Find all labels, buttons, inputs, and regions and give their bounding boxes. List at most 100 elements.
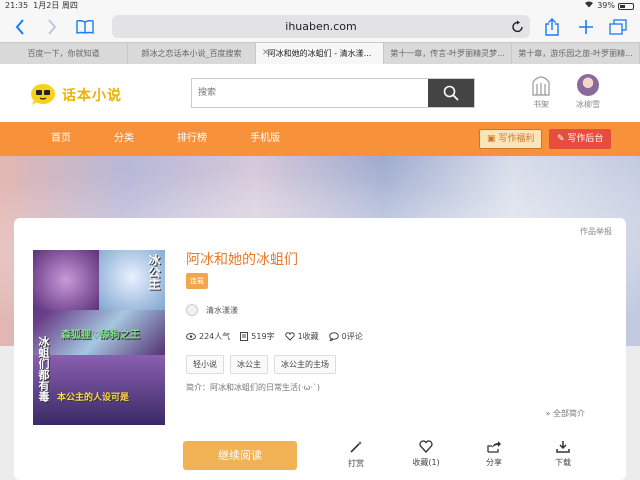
user-menu[interactable]: 冰柳雪 [568, 74, 608, 110]
tab-current-book[interactable]: ✕ 阿冰和她的冰蛆们 - 清水漾... [256, 43, 384, 64]
share-button[interactable]: 分享 [474, 440, 514, 468]
cover-bottom-text: 本公主的人设可是 [57, 393, 130, 403]
cover-middle-text: 森狐狸♡舔狗之王 [61, 330, 140, 341]
reward-button[interactable]: 打赏 [336, 440, 376, 469]
cover-title: 冰公主 [147, 254, 161, 290]
reward-label: 打赏 [348, 459, 364, 468]
tabs-overview-icon[interactable] [606, 15, 630, 39]
status-time: 21:35 [5, 1, 29, 10]
tab-baidu-search[interactable]: 颜冰之恋话本小说_百度搜索 [128, 43, 256, 64]
pen-icon: ✎ [557, 134, 565, 144]
tab-title: 颜冰之恋话本小说_百度搜索 [141, 49, 242, 58]
book-cover[interactable]: 冰公主 冰蛆们都有毒 森狐狸♡舔狗之王 本公主的人设可是 [33, 250, 165, 425]
cover-art-left [33, 250, 99, 310]
logo-text: 话本小说 [62, 88, 122, 104]
download-button[interactable]: 下载 [543, 440, 583, 468]
comment-icon [328, 332, 339, 341]
stat-words-value: 519字 [251, 332, 275, 341]
tag-item[interactable]: 冰公主的主场 [274, 355, 336, 374]
heart-icon [419, 440, 433, 453]
avatar [577, 74, 599, 96]
status-bar: 21:35 1月2日 周四 39% [0, 0, 640, 12]
site-logo[interactable]: 话本小说 [30, 82, 130, 108]
nav-categories[interactable]: 分类 [114, 122, 134, 156]
back-icon[interactable] [8, 15, 32, 39]
browser-tabs: 百度一下，你就知道 颜冰之恋话本小说_百度搜索 ✕ 阿冰和她的冰蛆们 - 清水漾… [0, 42, 640, 64]
status-time-date: 21:35 1月2日 周四 [5, 0, 78, 12]
search-button[interactable] [428, 79, 474, 107]
share-label: 分享 [486, 458, 502, 467]
address-bar[interactable]: ihuaben.com [112, 15, 530, 38]
continue-reading-button[interactable]: 继续阅读 [183, 441, 297, 470]
writing-welfare-label: 写作福利 [498, 134, 535, 144]
main-nav: 首页 分类 排行榜 手机版 ▣ 写作福利 ✎ 写作后台 [0, 122, 640, 156]
tab-title: 阿冰和她的冰蛆们 - 清水漾... [267, 49, 372, 58]
browser-toolbar: ihuaben.com [0, 12, 640, 42]
new-tab-icon[interactable] [574, 15, 598, 39]
bookmarks-icon[interactable] [73, 15, 97, 39]
tab-chapter-11[interactable]: 第十一章，传言-叶罗丽精灵梦... [384, 43, 512, 64]
download-icon [556, 441, 570, 453]
book-summary: 简介：阿冰和冰蛆们的日常生活(·ω·`) [186, 383, 321, 392]
bookshelf-label: 书架 [533, 100, 549, 109]
author-name: 清水漾漾 [206, 305, 238, 315]
stat-comments-value: 0评论 [341, 332, 363, 341]
tab-chapter-10[interactable]: 第十章，游乐园之旅-叶罗丽精... [512, 43, 640, 64]
reload-icon[interactable] [512, 19, 524, 42]
stat-popularity: 224人气 [186, 331, 230, 342]
tab-title: 第十一章，传言-叶罗丽精灵梦... [390, 49, 505, 58]
forward-icon[interactable] [40, 15, 64, 39]
tag-item[interactable]: 冰公主 [230, 355, 268, 374]
share-icon [487, 441, 501, 453]
chevron-down-icon: » [545, 409, 551, 418]
favorite-button[interactable]: 收藏(1) [406, 440, 446, 468]
search-icon [443, 85, 459, 101]
user-name: 冰柳雪 [576, 100, 600, 109]
bookshelf-link[interactable]: 书架 [521, 74, 561, 110]
share-icon[interactable] [540, 15, 564, 39]
stat-comments: 0评论 [328, 331, 363, 342]
tag-item[interactable]: 轻小说 [186, 355, 224, 374]
favorite-label: 收藏(1) [412, 458, 440, 467]
site-header: 话本小说 书架 冰柳雪 [0, 64, 640, 122]
bookshelf-icon [532, 76, 550, 96]
gift-icon: ▣ [487, 134, 496, 144]
search-input[interactable] [192, 79, 428, 107]
cover-side-text: 冰蛆们都有毒 [37, 336, 50, 402]
nav-home[interactable]: 首页 [51, 122, 71, 156]
eye-icon [186, 333, 196, 340]
logo-icon [31, 84, 55, 105]
battery-percent: 39% [597, 1, 615, 10]
writing-backend-label: 写作后台 [567, 134, 604, 144]
stat-favorites: 1收藏 [284, 331, 319, 342]
heart-icon [284, 332, 295, 341]
tab-baidu[interactable]: 百度一下，你就知道 [0, 43, 128, 64]
report-link[interactable]: 作品举报 [580, 226, 612, 237]
wifi-icon [584, 0, 594, 12]
author-row[interactable]: 清水漾漾 [186, 304, 238, 316]
stat-favorites-value: 1收藏 [297, 332, 319, 341]
tab-title: 百度一下，你就知道 [27, 49, 100, 58]
tab-title: 第十章，游乐园之旅-叶罗丽精... [518, 49, 633, 58]
magic-wand-icon [350, 441, 362, 453]
writing-welfare-button[interactable]: ▣ 写作福利 [479, 129, 543, 149]
expand-summary-label: 全部简介 [553, 409, 585, 418]
url-text: ihuaben.com [285, 20, 357, 33]
writing-backend-button[interactable]: ✎ 写作后台 [549, 129, 612, 149]
download-label: 下载 [555, 458, 571, 467]
close-tab-icon[interactable]: ✕ [262, 43, 270, 64]
search-bar [191, 78, 475, 108]
stat-popularity-value: 224人气 [199, 332, 231, 341]
status-right: 39% [584, 0, 634, 12]
nav-rankings[interactable]: 排行榜 [177, 122, 207, 156]
status-badge: 连载 [186, 273, 208, 289]
document-icon [240, 332, 249, 341]
book-tags: 轻小说 冰公主 冰公主的主场 [186, 355, 336, 374]
book-card: 作品举报 冰公主 冰蛆们都有毒 森狐狸♡舔狗之王 本公主的人设可是 阿冰和她的冰… [14, 218, 626, 480]
book-title: 阿冰和她的冰蛆们 [186, 252, 298, 268]
status-date: 1月2日 周四 [33, 1, 78, 10]
stat-words: 519字 [240, 331, 275, 342]
expand-summary-link[interactable]: » 全部简介 [546, 408, 585, 419]
author-avatar [186, 304, 198, 316]
nav-mobile[interactable]: 手机版 [250, 122, 280, 156]
